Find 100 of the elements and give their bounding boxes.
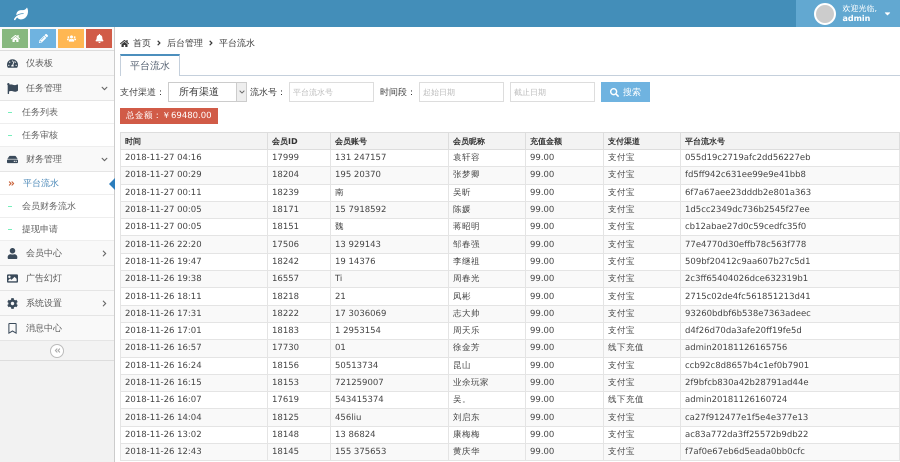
column-header: 支付渠道 (604, 132, 680, 150)
column-header: 会员昵称 (448, 132, 526, 150)
sidebar-item[interactable]: 系统设置 (0, 291, 114, 316)
table-cell: 21 (330, 288, 448, 306)
total-amount-badge: 总金额：￥69480.00 (120, 108, 218, 124)
table-cell: 徐金芳 (448, 340, 526, 358)
table-cell: fd5ff942c631ee99e9e41bb8 (680, 166, 900, 184)
table-cell: f7af0e67eb6d5eada0bb0cfc (680, 444, 900, 461)
table-cell: 99.00 (526, 288, 604, 306)
breadcrumb-link[interactable]: 后台管理 (167, 36, 203, 50)
shortcut-button[interactable] (2, 29, 28, 48)
sidebar-item[interactable]: 仪表板 (0, 51, 114, 76)
table-cell: 吴昕 (448, 184, 526, 202)
start-date-input[interactable]: 起始日期 (419, 82, 504, 102)
chevron-icon (238, 89, 244, 95)
table-cell: ca27f912477e1f5e4e377e13 (680, 408, 900, 426)
shortcut-button[interactable] (58, 29, 84, 48)
table-cell: 18239 (268, 184, 330, 202)
avatar (814, 2, 836, 24)
chevron-icon (155, 39, 163, 47)
shortcut-button[interactable] (86, 29, 112, 48)
table-cell: 6f7a67aee23dddb2e801a363 (680, 184, 900, 202)
table-cell: 18156 (268, 357, 330, 374)
table-cell: 99.00 (526, 236, 604, 254)
table-cell: 支付宝 (604, 184, 680, 202)
breadcrumb-link[interactable]: 首页 (133, 36, 151, 50)
submenu-item[interactable]: 任务列表 (0, 101, 114, 124)
submenu-item[interactable]: 平台流水 (0, 172, 114, 195)
menu-icon (6, 322, 18, 334)
pencil-icon (38, 34, 48, 43)
table-cell: 刘启东 (448, 408, 526, 426)
collapse-button[interactable] (50, 344, 64, 358)
table-cell: 支付宝 (604, 166, 680, 184)
double-chevron-icon (54, 347, 60, 354)
home-icon (120, 38, 129, 48)
table-cell: 2715c02de4fc561851213d41 (680, 288, 900, 306)
table-cell: 2018-11-26 22:20 (120, 236, 268, 254)
table-cell: 支付宝 (604, 288, 680, 306)
table-cell: 99.00 (526, 340, 604, 358)
table-cell: 支付宝 (604, 357, 680, 374)
table-cell: 2018-11-26 14:04 (120, 408, 268, 426)
table-cell: 2018-11-26 12:43 (120, 444, 268, 461)
bell-icon (94, 34, 104, 43)
table-cell: 18222 (268, 305, 330, 322)
table-cell: 17730 (268, 340, 330, 358)
home-icon (10, 34, 20, 43)
table-cell: ccb92c8d8657b4c1ef0b7901 (680, 357, 900, 374)
tab[interactable]: 平台流水 (120, 54, 180, 76)
submenu-item[interactable]: 提现申请 (0, 218, 114, 241)
table-cell: 南 (330, 184, 448, 202)
submenu-item[interactable]: 会员财务流水 (0, 195, 114, 218)
sidebar-item[interactable]: 财务管理 (0, 147, 114, 172)
sidebar-item[interactable]: 会员中心 (0, 241, 114, 266)
column-header: 充值金额 (526, 132, 604, 150)
field-label: 流水号： (250, 86, 286, 98)
table-cell: 2018-11-26 18:11 (120, 288, 268, 306)
table-cell: 2018-11-26 16:57 (120, 340, 268, 358)
table-cell: 195 20370 (330, 166, 448, 184)
table-cell: 支付宝 (604, 444, 680, 461)
table-cell: 支付宝 (604, 305, 680, 322)
welcome-text: 欢迎光临, (842, 4, 877, 14)
field-label: 时间段： (380, 86, 416, 98)
table-cell: 99.00 (526, 305, 604, 322)
sidebar-item[interactable]: 消息中心 (0, 316, 114, 341)
table-cell: 支付宝 (604, 408, 680, 426)
sidebar-item[interactable]: 任务管理 (0, 76, 114, 101)
table-cell: admin20181126165756 (680, 340, 900, 358)
channel-select[interactable]: 所有渠道 (168, 82, 247, 102)
users-icon (66, 34, 76, 43)
sidebar-item[interactable]: 广告幻灯 (0, 266, 114, 291)
menu-icon (6, 272, 18, 284)
table-cell: 凤彬 (448, 288, 526, 306)
username: admin (842, 14, 872, 24)
table-cell: 456liu (330, 408, 448, 426)
column-header: 会员账号 (330, 132, 448, 150)
table-cell: 线下充值 (604, 340, 680, 358)
dash-icon (8, 228, 12, 230)
table-cell: 99.00 (526, 184, 604, 202)
table-cell: 志大帅 (448, 305, 526, 322)
table-cell: 黄庆华 (448, 444, 526, 461)
double-chevron-icon (8, 180, 15, 186)
table-cell: 13 929143 (330, 236, 448, 254)
table-cell: 支付宝 (604, 236, 680, 254)
shortcut-button[interactable] (30, 29, 56, 48)
table-cell: 18125 (268, 408, 330, 426)
dash-icon (8, 134, 12, 136)
serial-input[interactable]: 平台流水号 (289, 82, 374, 102)
table-cell: 2018-11-27 00:29 (120, 166, 268, 184)
end-date-input[interactable]: 截止日期 (510, 82, 595, 102)
column-header: 会员ID (268, 132, 330, 150)
leaf-logo-icon (14, 6, 28, 20)
table-cell: 99.00 (526, 444, 604, 461)
table-cell: 99.00 (526, 408, 604, 426)
table-cell: 2018-11-26 16:24 (120, 357, 268, 374)
table-cell: 99.00 (526, 166, 604, 184)
table-cell: 张梦卿 (448, 166, 526, 184)
submenu-item[interactable]: 任务审核 (0, 124, 114, 147)
column-header: 平台流水号 (680, 132, 900, 150)
table-cell: 2018-11-26 17:31 (120, 305, 268, 322)
menu-icon (6, 154, 18, 164)
